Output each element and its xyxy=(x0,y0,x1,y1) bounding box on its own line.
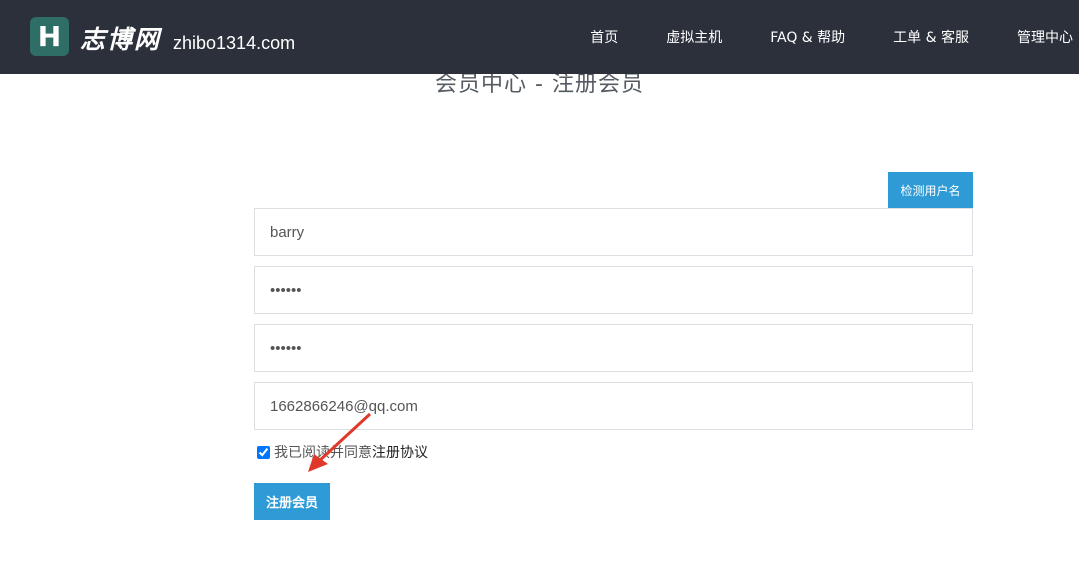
check-username-button[interactable]: 检测用户名 xyxy=(888,172,973,208)
nav-home[interactable]: 首页 xyxy=(566,27,642,47)
logo-icon[interactable]: H xyxy=(30,17,69,56)
top-navbar: H 志博网 zhibo1314.com 首页 虚拟主机 FAQ & 帮助 工单 … xyxy=(0,0,1079,74)
register-button[interactable]: 注册会员 xyxy=(254,483,330,520)
password-confirm-field[interactable] xyxy=(254,324,973,372)
agreement-link[interactable]: 注册协议 xyxy=(372,442,428,462)
main-nav: 首页 虚拟主机 FAQ & 帮助 工单 & 客服 管理中心 xyxy=(566,0,1079,74)
password-field[interactable] xyxy=(254,266,973,314)
brand-name[interactable]: 志博网 xyxy=(80,20,161,56)
username-field[interactable] xyxy=(254,208,973,256)
nav-virtual-host[interactable]: 虚拟主机 xyxy=(642,27,746,47)
nav-faq-help[interactable]: FAQ & 帮助 xyxy=(746,27,869,47)
agree-checkbox[interactable] xyxy=(257,445,270,459)
nav-ticket-service[interactable]: 工单 & 客服 xyxy=(869,27,993,47)
annotation-arrow-icon xyxy=(308,412,372,472)
nav-admin-center[interactable]: 管理中心 xyxy=(993,27,1079,47)
brand-domain[interactable]: zhibo1314.com xyxy=(173,33,295,54)
